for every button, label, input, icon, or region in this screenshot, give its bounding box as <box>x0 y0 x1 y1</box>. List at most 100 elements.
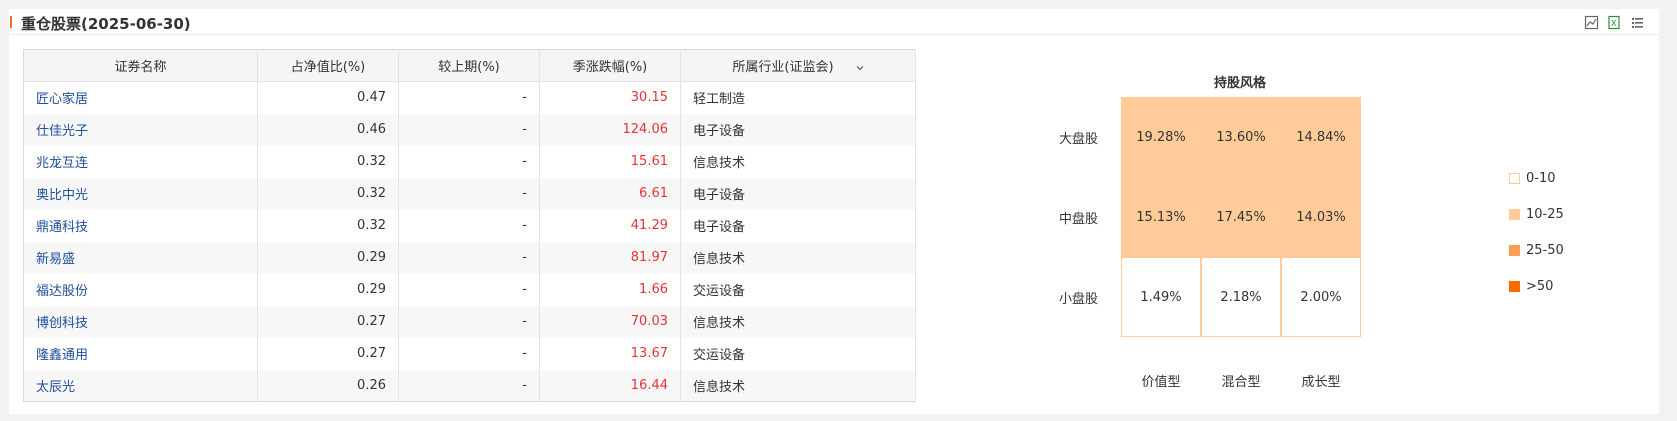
table-row: 兆龙互连 0.32-15.61 信息技术 <box>23 145 916 178</box>
stock-name-link[interactable]: 奥比中光 <box>23 177 258 210</box>
style-cell: 19.28% <box>1121 97 1201 177</box>
holdings-table: 证券名称 占净值比(%) 较上期(%) 季涨跌幅(%) 所属行业(证监会) 匠心… <box>23 49 916 402</box>
style-cell: 15.13% <box>1121 177 1201 257</box>
list-icon[interactable] <box>1630 15 1645 30</box>
industry-cell: 信息技术 <box>680 145 916 178</box>
season-change-cell: 13.67 <box>539 337 681 370</box>
table-row: 新易盛 0.29-81.97 信息技术 <box>23 241 916 274</box>
season-change-cell: 1.66 <box>539 273 681 306</box>
holdings-panel: 重仓股票(2025-06-30) X 证券名称 占净值比(%) 较上期(%) 季… <box>9 9 1659 414</box>
style-box-grid: 19.28% 13.60% 14.84% 15.13% 17.45% 14.03% 1.49… <box>1121 97 1361 337</box>
ratio-cell: 0.32 <box>257 177 399 210</box>
legend-item: >50 <box>1509 277 1564 295</box>
style-cell: 14.03% <box>1281 177 1361 257</box>
change-cell: - <box>398 81 540 114</box>
col-header-ratio[interactable]: 占净值比(%) <box>257 49 399 82</box>
excel-export-icon[interactable]: X <box>1607 15 1622 30</box>
stock-name-link[interactable]: 福达股份 <box>23 273 258 306</box>
style-col-label: 成长型 <box>1301 375 1341 390</box>
style-cell: 2.00% <box>1281 257 1361 337</box>
change-cell: - <box>398 177 540 210</box>
ratio-cell: 0.29 <box>257 273 399 306</box>
legend-label: >50 <box>1526 278 1554 294</box>
style-cell: 14.84% <box>1281 97 1361 177</box>
col-header-industry[interactable]: 所属行业(证监会) <box>680 49 916 82</box>
style-col-label: 价值型 <box>1141 375 1181 390</box>
industry-cell: 交运设备 <box>680 273 916 306</box>
change-cell: - <box>398 369 540 402</box>
legend-swatch <box>1509 208 1520 220</box>
table-row: 福达股份 0.29-1.66 交运设备 <box>23 273 916 306</box>
change-cell: - <box>398 305 540 338</box>
ratio-cell: 0.27 <box>257 305 399 338</box>
toolbar: X <box>1584 15 1645 30</box>
ratio-cell: 0.27 <box>257 337 399 370</box>
change-cell: - <box>398 113 540 146</box>
chevron-down-icon[interactable] <box>856 64 864 72</box>
title-accent-bar <box>10 16 12 28</box>
size-row-label: 中盘股 <box>1059 212 1099 227</box>
legend-label: 0-10 <box>1526 170 1556 186</box>
stock-name-link[interactable]: 匠心家居 <box>23 81 258 114</box>
change-cell: - <box>398 273 540 306</box>
style-cell: 13.60% <box>1201 97 1281 177</box>
style-cell: 17.45% <box>1201 177 1281 257</box>
change-cell: - <box>398 145 540 178</box>
style-box-title: 持股风格 <box>1214 76 1267 91</box>
stock-name-link[interactable]: 鼎通科技 <box>23 209 258 242</box>
chart-export-icon[interactable] <box>1584 15 1599 30</box>
industry-header-label: 所属行业(证监会) <box>732 60 834 75</box>
stock-name-link[interactable]: 太辰光 <box>23 369 258 402</box>
ratio-cell: 0.32 <box>257 145 399 178</box>
stock-name-link[interactable]: 兆龙互连 <box>23 145 258 178</box>
ratio-cell: 0.26 <box>257 369 399 402</box>
season-change-cell: 15.61 <box>539 145 681 178</box>
legend-item: 0-10 <box>1509 169 1564 187</box>
table-row: 隆鑫通用 0.27-13.67 交运设备 <box>23 337 916 370</box>
industry-cell: 电子设备 <box>680 209 916 242</box>
panel-title: 重仓股票(2025-06-30) <box>21 15 191 33</box>
ratio-cell: 0.47 <box>257 81 399 114</box>
industry-cell: 电子设备 <box>680 113 916 146</box>
season-change-cell: 124.06 <box>539 113 681 146</box>
season-change-cell: 16.44 <box>539 369 681 402</box>
size-row-label: 小盘股 <box>1059 292 1099 307</box>
change-cell: - <box>398 337 540 370</box>
stock-name-link[interactable]: 新易盛 <box>23 241 258 274</box>
season-change-cell: 6.61 <box>539 177 681 210</box>
industry-cell: 轻工制造 <box>680 81 916 114</box>
ratio-cell: 0.29 <box>257 241 399 274</box>
change-cell: - <box>398 209 540 242</box>
legend-item: 25-50 <box>1509 241 1564 259</box>
size-row-label: 大盘股 <box>1059 132 1099 147</box>
table-header-row: 证券名称 占净值比(%) 较上期(%) 季涨跌幅(%) 所属行业(证监会) <box>23 49 916 82</box>
col-header-season[interactable]: 季涨跌幅(%) <box>539 49 681 82</box>
legend-swatch <box>1509 244 1520 256</box>
style-cell: 2.18% <box>1201 257 1281 337</box>
stock-name-link[interactable]: 博创科技 <box>23 305 258 338</box>
stock-name-link[interactable]: 仕佳光子 <box>23 113 258 146</box>
legend-item: 10-25 <box>1509 205 1564 223</box>
change-cell: - <box>398 241 540 274</box>
table-row: 太辰光 0.26-16.44 信息技术 <box>23 369 916 402</box>
style-legend: 0-10 10-25 25-50 >50 <box>1509 169 1564 313</box>
industry-cell: 信息技术 <box>680 369 916 402</box>
style-cell: 1.49% <box>1121 257 1201 337</box>
industry-cell: 交运设备 <box>680 337 916 370</box>
ratio-cell: 0.46 <box>257 113 399 146</box>
col-header-change[interactable]: 较上期(%) <box>398 49 540 82</box>
stock-name-link[interactable]: 隆鑫通用 <box>23 337 258 370</box>
table-row: 匠心家居 0.47-30.15 轻工制造 <box>23 81 916 114</box>
industry-cell: 信息技术 <box>680 305 916 338</box>
svg-text:X: X <box>1611 19 1617 28</box>
legend-swatch <box>1509 280 1520 292</box>
season-change-cell: 70.03 <box>539 305 681 338</box>
table-row: 奥比中光 0.32-6.61 电子设备 <box>23 177 916 210</box>
table-row: 博创科技 0.27-70.03 信息技术 <box>23 305 916 338</box>
legend-label: 10-25 <box>1526 206 1564 222</box>
legend-label: 25-50 <box>1526 242 1564 258</box>
season-change-cell: 41.29 <box>539 209 681 242</box>
table-row: 仕佳光子 0.46-124.06 电子设备 <box>23 113 916 146</box>
col-header-name[interactable]: 证券名称 <box>23 49 258 82</box>
industry-cell: 电子设备 <box>680 177 916 210</box>
